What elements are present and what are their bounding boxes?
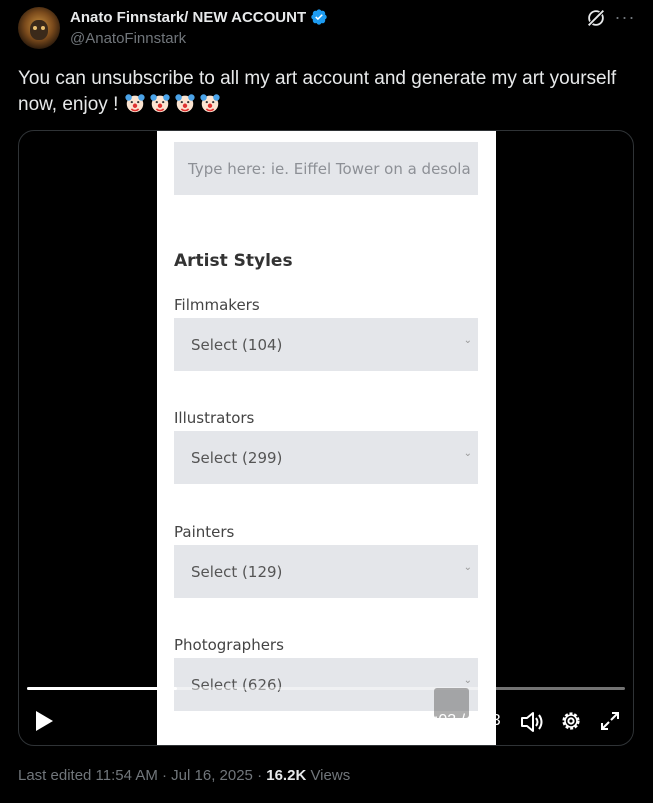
prompt-input-placeholder: Type here: ie. Eiffel Tower on a desola (174, 142, 478, 195)
filmmakers-select-value: Select (104) (191, 336, 283, 354)
time-current: 0:03 (425, 712, 457, 729)
avatar-eye (33, 26, 37, 30)
play-icon[interactable] (33, 709, 55, 733)
filmmakers-label: Filmmakers (174, 296, 260, 314)
avatar-face (30, 20, 48, 40)
filmmakers-select: Select (104) ⌄ (174, 318, 478, 371)
clown-face-icon (200, 94, 220, 113)
video-progress-fill (27, 687, 177, 690)
fullscreen-icon[interactable] (599, 710, 621, 732)
post-date[interactable]: Jul 16, 2025 (171, 767, 253, 784)
illustrators-select-value: Select (299) (191, 449, 283, 467)
chevron-down-icon: ⌄ (463, 448, 472, 459)
settings-gear-icon[interactable] (559, 709, 583, 733)
illustrators-select: Select (299) ⌄ (174, 431, 478, 484)
painters-select: Select (129) ⌄ (174, 545, 478, 598)
author-name-row[interactable]: Anato Finnstark/ NEW ACCOUNT (70, 8, 328, 26)
meta-separator: · (157, 767, 172, 784)
views-label: Views (306, 767, 351, 784)
painters-select-value: Select (129) (191, 563, 283, 581)
emoji-row (124, 94, 224, 115)
author-handle[interactable]: @AnatoFinnstark (70, 30, 186, 47)
verified-badge-icon (311, 9, 327, 25)
volume-icon[interactable] (519, 709, 545, 735)
more-options-icon[interactable]: ··· (614, 6, 636, 28)
clown-face-icon (125, 94, 145, 113)
views-count: 16.2K (266, 767, 307, 784)
clown-face-icon (150, 94, 170, 113)
photographers-select-value: Select (626) (191, 676, 283, 694)
tweet-body: You can unsubscribe to all my art accoun… (18, 68, 617, 115)
photographers-select: Select (626) ⌄ (174, 658, 478, 711)
avatar-eye (41, 26, 45, 30)
tweet-text: You can unsubscribe to all my art accoun… (18, 66, 633, 118)
chevron-down-icon: ⌄ (463, 335, 472, 346)
video-progress-bar[interactable] (27, 687, 625, 690)
painters-label: Painters (174, 523, 235, 541)
artist-styles-heading: Artist Styles (174, 251, 293, 271)
chevron-down-icon: ⌄ (463, 562, 472, 573)
time-total: 0:13 (469, 712, 501, 729)
illustrators-label: Illustrators (174, 409, 255, 427)
video-player[interactable]: Type here: ie. Eiffel Tower on a desola … (18, 130, 634, 746)
chevron-down-icon: ⌄ (463, 675, 472, 686)
grok-icon[interactable] (585, 7, 607, 29)
photographers-label: Photographers (174, 636, 284, 654)
clown-face-icon (175, 94, 195, 113)
video-time-display: 0:03 / 0:13 (425, 712, 501, 729)
video-frame: Type here: ie. Eiffel Tower on a desola … (157, 131, 496, 745)
edited-timestamp[interactable]: Last edited 11:54 AM (18, 767, 158, 784)
author-avatar[interactable] (18, 7, 60, 49)
author-display-name[interactable]: Anato Finnstark/ NEW ACCOUNT (70, 9, 306, 26)
meta-separator: · (252, 767, 267, 784)
tweet-meta: Last edited 11:54 AM · Jul 16, 2025 · 16… (18, 767, 350, 784)
